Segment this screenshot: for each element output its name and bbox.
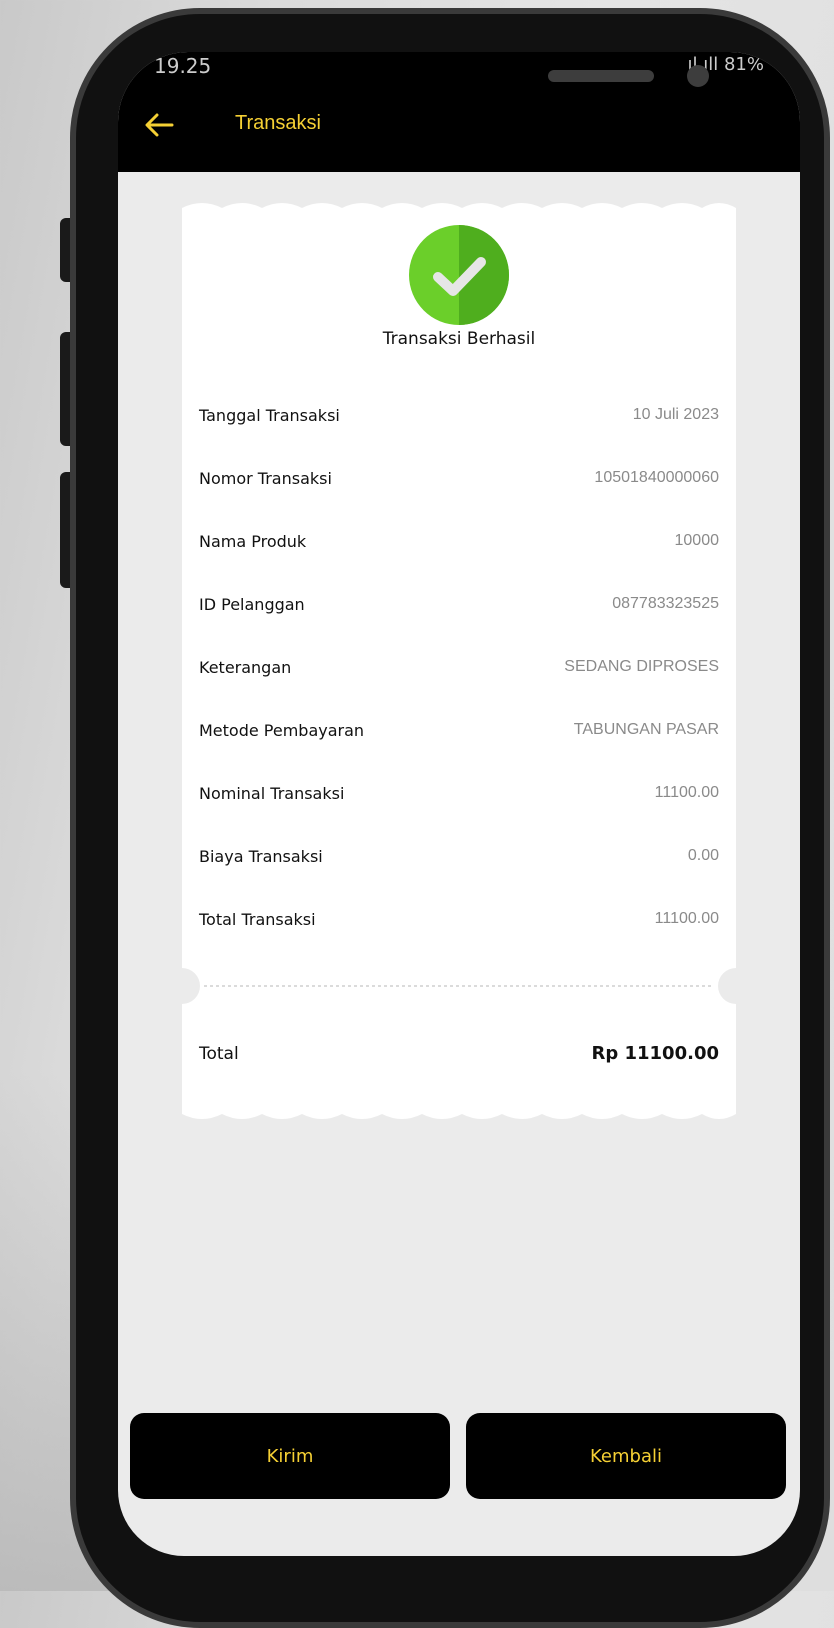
grand-total-value: Rp 11100.00 <box>591 1043 719 1064</box>
grand-total-row: Total Rp 11100.00 <box>199 1043 719 1064</box>
row-label: ID Pelanggan <box>199 594 305 614</box>
phone-screen: 19.25 ıl ıll 81% Transaksi Transaksi Ber… <box>118 52 800 1556</box>
front-camera <box>687 65 709 87</box>
receipt-card: Transaksi Berhasil Tanggal Transaksi 10 … <box>182 198 736 1124</box>
app-bar: 19.25 ıl ıll 81% Transaksi <box>118 52 800 172</box>
detail-row-produk: Nama Produk 10000 <box>199 526 719 556</box>
row-value: TABUNGAN PASAR <box>573 721 719 738</box>
page-title: Transaksi <box>235 112 321 134</box>
receipt-status-title: Transaksi Berhasil <box>382 329 536 349</box>
back-button[interactable]: Kembali <box>466 1413 786 1499</box>
row-label: Total Transaksi <box>199 909 316 929</box>
detail-row-total-transaksi: Total Transaksi 11100.00 <box>199 904 719 934</box>
detail-row-tanggal: Tanggal Transaksi 10 Juli 2023 <box>199 400 719 430</box>
detail-row-keterangan: Keterangan SEDANG DIPROSES <box>199 652 719 682</box>
row-label: Biaya Transaksi <box>199 846 323 866</box>
row-value: 11100.00 <box>654 784 719 801</box>
row-value: 10 Juli 2023 <box>632 406 719 423</box>
arrow-left-icon[interactable] <box>142 108 176 142</box>
camera-notch <box>266 52 709 110</box>
detail-row-nominal: Nominal Transaksi 11100.00 <box>199 778 719 808</box>
row-value: 087783323525 <box>612 595 719 612</box>
detail-row-nomor: Nomor Transaksi 10501840000060 <box>199 463 719 493</box>
row-label: Nominal Transaksi <box>199 783 345 803</box>
row-label: Nama Produk <box>199 531 307 551</box>
row-value: 10501840000060 <box>594 469 719 486</box>
status-time: 19.25 <box>154 54 212 78</box>
row-value: 0.00 <box>687 847 719 864</box>
row-value: 11100.00 <box>654 910 719 927</box>
row-label: Metode Pembayaran <box>199 720 365 740</box>
send-button[interactable]: Kirim <box>130 1413 450 1499</box>
detail-row-biaya: Biaya Transaksi 0.00 <box>199 841 719 871</box>
detail-row-pelanggan: ID Pelanggan 087783323525 <box>199 589 719 619</box>
row-label: Tanggal Transaksi <box>199 405 340 425</box>
grand-total-label: Total <box>199 1043 239 1064</box>
row-label: Keterangan <box>199 657 292 677</box>
check-circle-icon <box>409 225 509 325</box>
speaker-grille <box>548 70 654 82</box>
row-value: SEDANG DIPROSES <box>564 658 719 675</box>
row-value: 10000 <box>674 532 720 549</box>
row-label: Nomor Transaksi <box>199 468 332 488</box>
detail-row-metode: Metode Pembayaran TABUNGAN PASAR <box>199 715 719 745</box>
